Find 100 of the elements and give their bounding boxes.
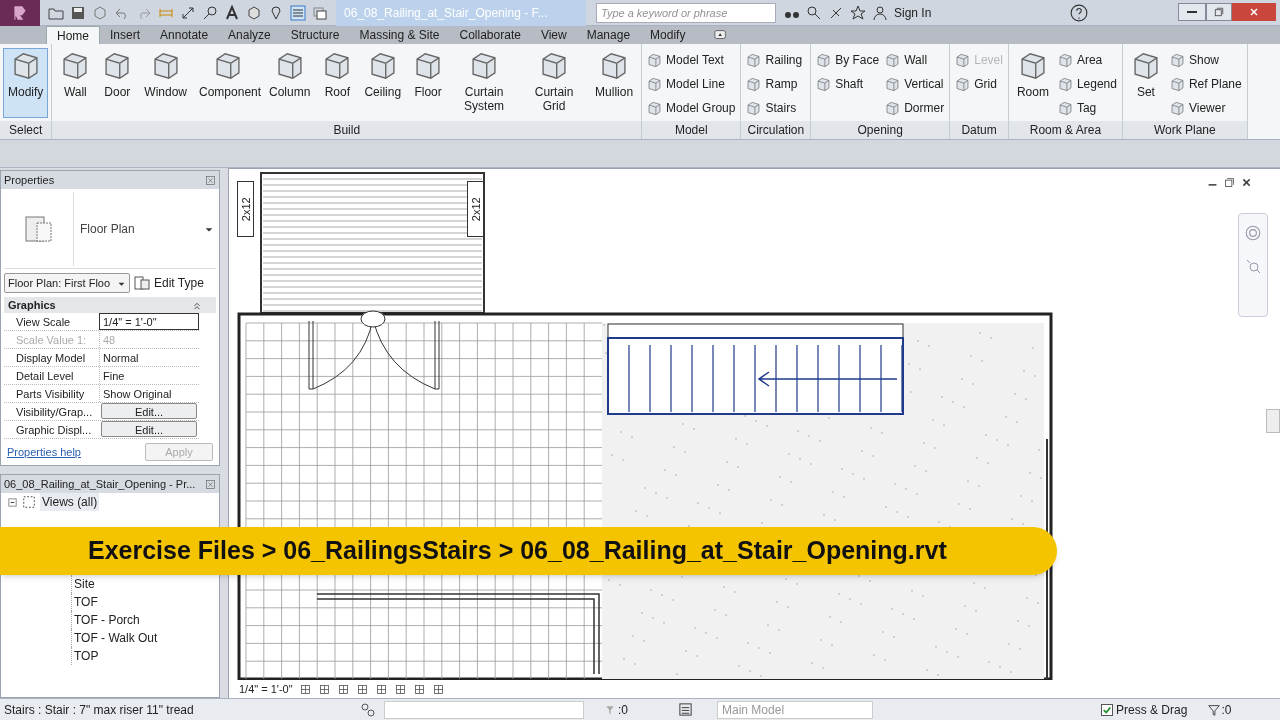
ribbon-tab[interactable]: Annotate <box>150 26 219 44</box>
caption-banner: Exercise Files > 06_RailingsStairs > 06_08_Railing_at_Stair_Opening.rvt <box>0 527 1057 575</box>
ribbon-tab[interactable]: Modify <box>640 26 696 44</box>
ribbon-tool-button[interactable]: Railing <box>744 48 805 72</box>
view-scale-button[interactable]: 1/4" = 1'-0" <box>239 680 293 698</box>
thin-lines-icon[interactable] <box>290 4 306 21</box>
block-icon <box>1169 76 1185 92</box>
ribbon-tool-button[interactable]: Room <box>1011 48 1054 118</box>
close-icon[interactable] <box>1241 177 1252 188</box>
ribbon-tool-button[interactable]: Dormer <box>883 96 947 120</box>
editable-count: :0 <box>618 701 628 719</box>
block-icon <box>746 100 762 116</box>
list-icon[interactable] <box>678 702 693 717</box>
ribbon-tab[interactable]: Manage <box>576 26 641 44</box>
block-icon <box>1057 100 1073 116</box>
pin-icon[interactable] <box>268 4 284 21</box>
ribbon-tool-button[interactable]: Legend <box>1055 72 1119 96</box>
press-drag-checkbox[interactable]: Press & Drag <box>1101 700 1188 719</box>
ribbon-tool-button[interactable]: Model Line <box>645 72 738 96</box>
tree-item[interactable]: TOF - Walk Out <box>71 629 219 647</box>
block-icon <box>1169 100 1185 116</box>
restore-icon[interactable] <box>1224 177 1235 188</box>
window-title: 06_08_Railing_at_Stair_Opening - F... <box>336 0 586 26</box>
ribbon-tool-button[interactable]: Mullion <box>590 48 639 118</box>
selection-count: :0 <box>1221 701 1232 719</box>
tree-item[interactable]: TOF <box>71 593 219 611</box>
diagonal-arrow-icon[interactable] <box>180 4 196 21</box>
ribbon-tool-button[interactable]: Tag <box>1055 96 1119 120</box>
property-field[interactable]: 1/4" = 1'-0" <box>99 313 199 330</box>
ribbon-tab[interactable]: Home <box>46 26 100 44</box>
ribbon-tab[interactable]: Collaborate <box>449 26 531 44</box>
block-icon <box>885 100 901 116</box>
ribbon-tool-button[interactable]: Modify <box>3 48 49 118</box>
edit-button[interactable]: Edit... <box>101 403 197 419</box>
ribbon-tab[interactable]: Insert <box>100 26 151 44</box>
view-selector[interactable]: Floor Plan: First Floo <box>4 273 130 293</box>
ribbon-tool-button[interactable]: Wall <box>883 48 947 72</box>
tag-label: 2x12 <box>237 181 254 237</box>
ribbon-tool-button[interactable]: Show <box>1167 48 1244 72</box>
workset-icon[interactable] <box>360 701 376 718</box>
panel-label: Datum <box>950 121 1008 139</box>
sign-in-button[interactable]: Sign In <box>894 3 1054 22</box>
ribbon-tab[interactable]: Massing & Site <box>349 26 450 44</box>
filter-icon[interactable] <box>1207 702 1222 717</box>
ribbon-tool-button[interactable]: Model Group <box>645 96 738 120</box>
ribbon-tool-button[interactable]: Column <box>264 48 316 118</box>
group-header: Graphics <box>8 297 56 313</box>
edit-button[interactable]: Edit... <box>101 421 197 437</box>
ribbon-tab[interactable]: View <box>530 26 577 44</box>
ribbon-tool-button[interactable]: Set <box>1125 48 1166 118</box>
block-icon <box>1169 52 1185 68</box>
ribbon-tool-button[interactable]: Ceiling <box>359 48 407 118</box>
ribbon-tool-button[interactable]: By Face <box>814 48 882 72</box>
panel-label: Model <box>642 121 741 139</box>
block-icon <box>955 76 971 92</box>
panel-label: Room & Area <box>1008 121 1122 139</box>
ribbon-tab[interactable]: Analyze <box>218 26 281 44</box>
scrollbar-thumb[interactable] <box>1266 409 1280 433</box>
ribbon-tool-button[interactable]: Area <box>1055 48 1119 72</box>
ribbon-tool-button[interactable]: Vertical <box>883 72 947 96</box>
collapse-icon[interactable] <box>7 496 18 508</box>
ribbon-tool-button[interactable]: Ref Plane <box>1167 72 1244 96</box>
text-icon[interactable] <box>224 4 240 21</box>
ribbon-tool-button[interactable]: Roof <box>317 48 358 118</box>
ribbon-tool-button[interactable]: Ramp <box>744 72 805 96</box>
zoom-icon[interactable] <box>1245 258 1261 274</box>
tree-item[interactable]: Views (all) <box>40 493 100 511</box>
minimize-button[interactable] <box>1178 2 1206 21</box>
user-icon[interactable] <box>872 4 888 21</box>
restore-button[interactable] <box>1206 2 1232 21</box>
windows-icon[interactable] <box>312 4 328 21</box>
ribbon-tool-button[interactable]: Curtain Grid <box>520 48 589 118</box>
edit-type-button[interactable]: Edit Type <box>134 274 204 292</box>
block-icon <box>647 76 663 92</box>
ribbon-tool-button[interactable]: Viewer <box>1167 96 1244 120</box>
search-field[interactable]: Type a keyword or phrase <box>596 2 776 23</box>
help-icon[interactable] <box>1070 3 1088 22</box>
close-button[interactable] <box>1232 2 1276 21</box>
ribbon-tool-button[interactable]: Grid <box>953 72 1005 96</box>
ribbon-tool-button[interactable]: Shaft <box>814 72 882 96</box>
properties-help-link[interactable]: Properties help <box>7 443 81 461</box>
ribbon-tool-button[interactable]: Door <box>97 48 138 118</box>
panel-title: Properties <box>4 172 55 188</box>
grid-icon[interactable] <box>298 682 312 696</box>
ribbon-tool-button[interactable]: Window <box>139 48 193 118</box>
ribbon-tool-button[interactable]: Floor <box>408 48 449 118</box>
collapse-icon[interactable] <box>192 300 202 310</box>
star-icon[interactable] <box>850 4 866 21</box>
type-selector[interactable]: Floor Plan <box>4 189 216 269</box>
ribbon-tool-button[interactable]: Wall <box>55 48 96 118</box>
application-button[interactable] <box>0 0 40 26</box>
ribbon-tab[interactable]: Structure <box>280 26 350 44</box>
ribbon-tool-button[interactable]: Curtain System <box>450 48 519 118</box>
ribbon-tool-button[interactable]: Model Text <box>645 48 738 72</box>
save-icon[interactable] <box>70 4 86 21</box>
tree-item[interactable]: TOF - Porch <box>71 611 219 629</box>
property-label: Scale Value 1: <box>15 333 88 348</box>
ribbon-tool-button[interactable]: Component <box>194 48 263 118</box>
tree-item[interactable]: TOP <box>71 647 219 665</box>
ribbon-tool-button[interactable]: Stairs <box>744 96 805 120</box>
